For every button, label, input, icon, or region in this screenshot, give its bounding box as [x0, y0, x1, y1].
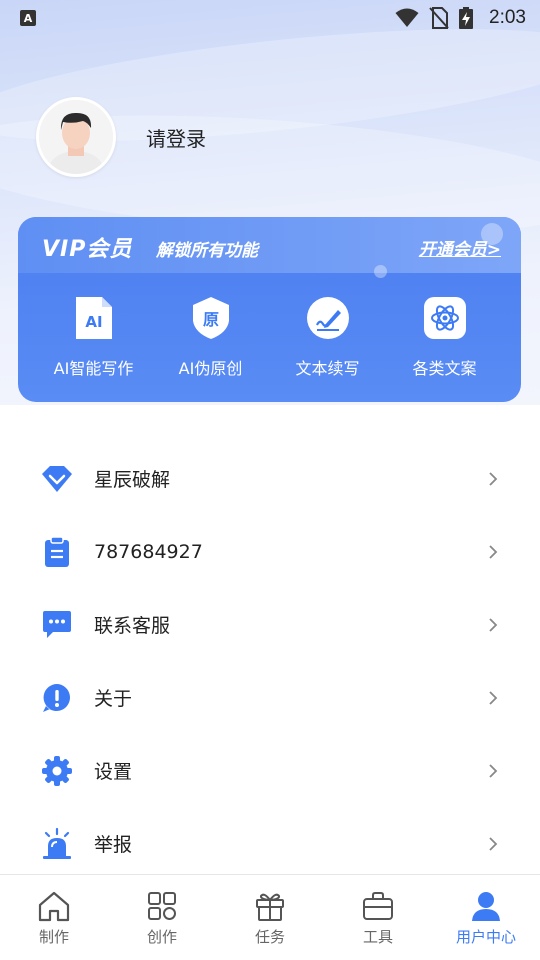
diamond-icon — [40, 462, 74, 496]
feature-label: AI智能写作 — [53, 359, 134, 378]
menu-item-label: 星辰破解 — [94, 469, 171, 491]
feature-label: 文本续写 — [295, 359, 360, 378]
original-shield-icon: 原 — [188, 295, 234, 341]
feature-text-continue[interactable]: 文本续写 — [269, 295, 386, 379]
atom-icon — [422, 295, 468, 341]
feature-ai-writing[interactable]: AI AI智能写作 — [35, 295, 152, 379]
feature-copywriting[interactable]: 各类文案 — [386, 295, 503, 379]
nav-label: 制作 — [38, 928, 69, 946]
decorative-bubble — [374, 265, 387, 278]
menu-item-crack[interactable]: 星辰破解 — [0, 442, 540, 515]
open-vip-link[interactable]: 开通会员> — [419, 235, 501, 260]
chat-icon — [40, 608, 74, 642]
chevron-right-icon — [486, 835, 500, 853]
chevron-right-icon — [486, 470, 500, 488]
apps-grid-icon — [144, 888, 180, 924]
bottom-navigation: 制作 创作 任务 工具 用户中心 — [0, 874, 540, 960]
nav-item-tools[interactable]: 工具 — [324, 875, 432, 960]
pen-writing-icon — [305, 295, 351, 341]
settings-menu: 星辰破解 787684927 联系客服 关于 设置 举报 — [0, 442, 540, 880]
nav-label: 工具 — [362, 928, 393, 946]
avatar[interactable] — [36, 97, 116, 177]
user-avatar-icon — [39, 100, 113, 174]
nav-label: 任务 — [254, 928, 285, 946]
vip-features: AI AI智能写作 原 AI伪原创 文本续写 各类文案 — [18, 295, 521, 379]
menu-item-qq-number[interactable]: 787684927 — [0, 515, 540, 588]
info-bubble-icon — [40, 681, 74, 715]
nav-label: 创作 — [146, 928, 177, 946]
alarm-siren-icon — [40, 827, 74, 861]
gear-icon — [40, 754, 74, 788]
no-sim-icon — [429, 7, 449, 29]
status-bar: A 2:03 — [0, 0, 540, 36]
ai-document-icon: AI — [71, 295, 117, 341]
user-icon — [468, 888, 504, 924]
profile-header[interactable]: 请登录 — [36, 97, 206, 177]
menu-item-label: 关于 — [94, 688, 133, 710]
vip-subtitle: 解锁所有功能 — [156, 241, 258, 261]
vip-title: VIP会员 — [42, 237, 133, 262]
feature-pseudo-original[interactable]: 原 AI伪原创 — [152, 295, 269, 379]
nav-label: 用户中心 — [455, 928, 516, 946]
svg-text:原: 原 — [202, 310, 218, 329]
wifi-icon — [395, 8, 419, 27]
feature-label: 各类文案 — [412, 359, 477, 378]
nav-item-user-center[interactable]: 用户中心 — [432, 875, 540, 960]
login-prompt[interactable]: 请登录 — [146, 123, 206, 152]
feature-label: AI伪原创 — [178, 359, 243, 378]
gift-icon — [252, 888, 288, 924]
chevron-right-icon — [486, 543, 500, 561]
menu-item-customer-service[interactable]: 联系客服 — [0, 588, 540, 661]
nav-item-tasks[interactable]: 任务 — [216, 875, 324, 960]
menu-item-label: 举报 — [94, 834, 133, 856]
chevron-right-icon — [486, 762, 500, 780]
chevron-right-icon — [486, 689, 500, 707]
clipboard-icon — [40, 535, 74, 569]
menu-item-report[interactable]: 举报 — [0, 807, 540, 880]
nav-item-create[interactable]: 创作 — [108, 875, 216, 960]
battery-charging-icon — [459, 7, 474, 29]
briefcase-icon — [360, 888, 396, 924]
nav-item-make[interactable]: 制作 — [0, 875, 108, 960]
menu-item-settings[interactable]: 设置 — [0, 734, 540, 807]
app-notification-icon: A — [20, 10, 36, 26]
menu-item-about[interactable]: 关于 — [0, 661, 540, 734]
home-icon — [36, 888, 72, 924]
svg-text:AI: AI — [85, 313, 102, 331]
menu-item-label: 设置 — [94, 761, 133, 783]
clock-time: 2:03 — [489, 7, 526, 28]
menu-item-label: 787684927 — [94, 540, 203, 563]
vip-card[interactable]: VIP会员 解锁所有功能 开通会员> AI AI智能写作 原 AI伪原创 文本续… — [18, 217, 521, 402]
menu-item-label: 联系客服 — [94, 615, 171, 637]
chevron-right-icon — [486, 616, 500, 634]
